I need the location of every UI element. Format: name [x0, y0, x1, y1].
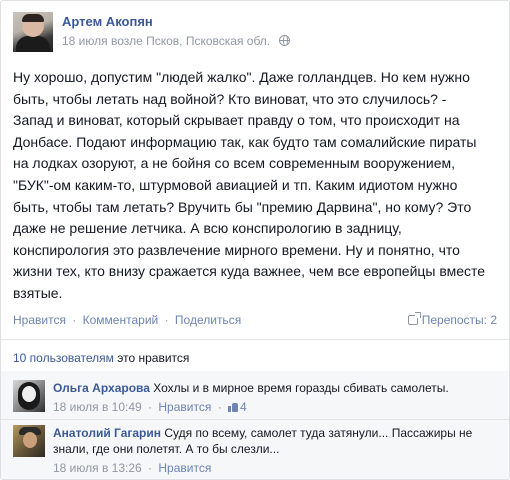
shares-count[interactable]: Перепосты: 2	[407, 312, 497, 327]
like-link[interactable]: Нравится	[13, 313, 66, 327]
separator: ·	[148, 400, 153, 414]
commenter-avatar[interactable]	[13, 380, 45, 412]
like-icon	[228, 402, 239, 412]
post-text-line: Запад и виноват, который скрывает правду…	[13, 112, 460, 129]
shares-count-label: Перепосты: 2	[421, 313, 497, 327]
comment-body: Ольга Архарова Хохлы и в мирное время го…	[53, 380, 501, 415]
separator: ·	[164, 313, 169, 327]
post-text-line: "БУК"-ом каким-то, штурмовой авиацией и …	[13, 176, 458, 193]
comment-likes-number: 4	[240, 400, 247, 414]
comment-text: Хохлы и в мирное время горазды сбивать с…	[153, 381, 449, 395]
author-name[interactable]: Артем Акопян	[62, 14, 153, 29]
globe-icon[interactable]	[279, 35, 291, 46]
post-actions: Нравится · Комментарий · Поделиться Пере…	[13, 312, 497, 327]
share-link[interactable]: Поделиться	[175, 313, 241, 327]
comment-link[interactable]: Комментарий	[83, 313, 159, 327]
post-text-line: конспирология это развлечение мирного вр…	[13, 241, 460, 258]
comment-like-link[interactable]: Нравится	[158, 400, 211, 414]
comment-time[interactable]: 18 июля в 10:49	[53, 400, 142, 414]
comment-item: Ольга Архарова Хохлы и в мирное время го…	[13, 380, 501, 420]
comment-meta: 18 июля в 10:49 · Нравится · 4	[53, 399, 501, 415]
post-text-line: жизни тех, кто внизу сражается куда важн…	[13, 263, 486, 280]
divider	[1, 419, 509, 420]
comment-author[interactable]: Анатолий Гагарин	[53, 426, 161, 440]
post-text-line: быть, чтобы там летать? Вручить бы "прем…	[13, 198, 472, 215]
comments-section: Ольга Архарова Хохлы и в мирное время го…	[1, 371, 509, 479]
share-icon	[407, 312, 421, 325]
comment-body: Анатолий Гагарин Судя по всему, самолет …	[53, 425, 501, 476]
post-header: Артем Акопян 18 июля возле Псков, Псковс…	[13, 12, 497, 56]
author-avatar[interactable]	[13, 12, 53, 52]
comment-likes-count[interactable]: 4	[228, 400, 247, 414]
comment-meta: 18 июля в 13:26 · Нравится	[53, 460, 501, 476]
post-text: Ну хорошо, допустим "людей жалко". Даже …	[13, 67, 499, 305]
post-text-line: Донбасе. Подают информацию так, как будт…	[13, 133, 477, 150]
post-meta: 18 июля возле Псков, Псковская обл.	[62, 34, 291, 48]
post-text-line: даже не решение летчика. А всю конспирол…	[13, 220, 402, 237]
comment-time[interactable]: 18 июля в 13:26	[53, 461, 142, 475]
likes-summary: 10 пользователям это нравится	[13, 351, 189, 365]
post-text-line: взятые.	[13, 284, 63, 301]
divider	[1, 339, 509, 340]
post-timestamp-location[interactable]: 18 июля возле Псков, Псковская обл.	[62, 34, 270, 48]
post-card: Артем Акопян 18 июля возле Псков, Псковс…	[0, 0, 510, 480]
separator: ·	[217, 400, 222, 414]
likes-summary-suffix: это нравится	[113, 351, 190, 365]
likes-count-link[interactable]: 10 пользователям	[13, 351, 114, 365]
comment-item: Анатолий Гагарин Судя по всему, самолет …	[13, 425, 501, 479]
comment-like-link[interactable]: Нравится	[158, 461, 211, 475]
separator: ·	[72, 313, 77, 327]
post-text-line: на лодках озоруют, а не бойня со всем со…	[13, 155, 455, 172]
post-text-line: быть, чтобы летать над войной? Кто винов…	[13, 90, 447, 107]
commenter-avatar[interactable]	[13, 425, 45, 457]
separator: ·	[148, 461, 153, 475]
post-text-line: Ну хорошо, допустим "людей жалко". Даже …	[13, 69, 470, 85]
comment-author[interactable]: Ольга Архарова	[53, 381, 150, 395]
